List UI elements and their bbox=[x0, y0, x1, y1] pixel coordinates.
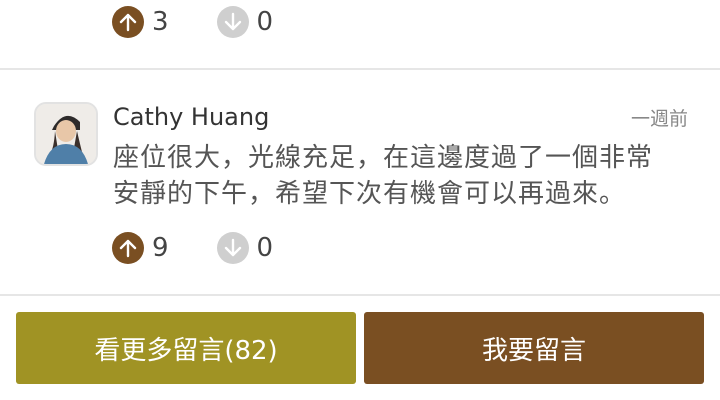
upvote-count: 9 bbox=[152, 233, 169, 263]
upvote-button[interactable]: 3 bbox=[112, 6, 169, 38]
comment-time: 一週前 bbox=[630, 108, 688, 130]
arrow-up-icon[interactable] bbox=[112, 6, 144, 38]
comment-votes: 9 0 bbox=[112, 232, 321, 264]
comment-text: 座位很大，光線充足，在這邊度過了一個非常 安靜的下午，希望下次有機會可以再過來。 bbox=[113, 140, 683, 212]
upvote-button[interactable]: 9 bbox=[112, 232, 169, 264]
upvote-count: 3 bbox=[152, 7, 169, 37]
arrow-down-icon[interactable] bbox=[216, 6, 249, 38]
prev-comment-votes: 3 0 bbox=[112, 6, 321, 38]
arrow-down-icon[interactable] bbox=[216, 232, 249, 264]
downvote-count: 0 bbox=[256, 233, 274, 263]
downvote-button[interactable]: 0 bbox=[216, 232, 274, 264]
avatar[interactable] bbox=[34, 102, 98, 166]
comment-author[interactable]: Cathy Huang bbox=[113, 103, 269, 131]
leave-comment-button[interactable]: 我要留言 bbox=[364, 312, 704, 384]
downvote-button[interactable]: 0 bbox=[216, 6, 274, 38]
more-comments-button[interactable]: 看更多留言(82) bbox=[16, 312, 356, 384]
arrow-up-icon[interactable] bbox=[112, 232, 144, 264]
divider bbox=[0, 68, 720, 70]
comment-text-line: 座位很大，光線充足，在這邊度過了一個非常 bbox=[113, 143, 654, 173]
downvote-count: 0 bbox=[256, 7, 274, 37]
divider bbox=[0, 294, 720, 296]
comment-text-line: 安靜的下午，希望下次有機會可以再過來。 bbox=[113, 179, 627, 209]
